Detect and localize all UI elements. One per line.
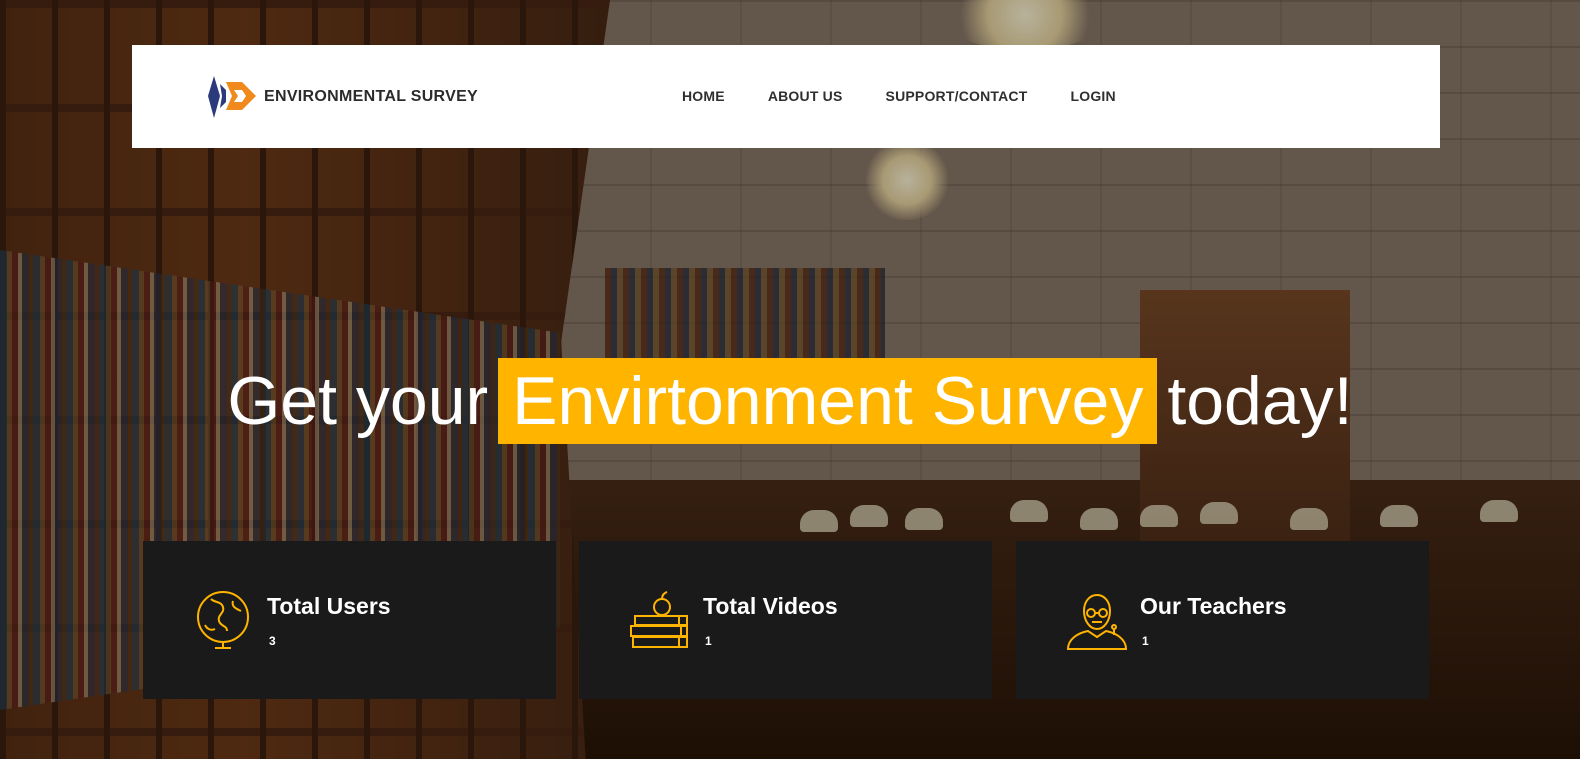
stat-card-total-users: Total Users 3 <box>143 541 556 699</box>
stat-count: 1 <box>705 634 712 648</box>
stat-title: Total Users <box>267 593 391 619</box>
stat-count: 3 <box>269 634 276 648</box>
top-navbar: ENVIRONMENTAL SURVEY HOME ABOUT US SUPPO… <box>132 45 1440 148</box>
nav-about-us[interactable]: ABOUT US <box>768 88 843 104</box>
nav-home[interactable]: HOME <box>682 88 725 104</box>
hero-suffix: today! <box>1167 363 1353 439</box>
stat-card-our-teachers: Our Teachers 1 <box>1016 541 1429 699</box>
hero-prefix: Get your <box>227 363 489 439</box>
globe-icon <box>193 589 253 654</box>
hero-highlight: Envirtonment Survey <box>498 358 1158 444</box>
stat-count: 1 <box>1142 634 1149 648</box>
logo-icon <box>206 76 258 118</box>
stat-card-total-videos: Total Videos 1 <box>579 541 992 699</box>
brand-link[interactable]: ENVIRONMENTAL SURVEY <box>206 76 478 118</box>
hero-heading: Get your Envirtonment Survey today! <box>0 358 1580 444</box>
main-nav: HOME ABOUT US SUPPORT/CONTACT LOGIN <box>682 88 1159 104</box>
stat-title: Our Teachers <box>1140 593 1287 619</box>
nav-support-contact[interactable]: SUPPORT/CONTACT <box>886 88 1028 104</box>
teacher-icon <box>1066 589 1128 656</box>
stat-title: Total Videos <box>703 593 838 619</box>
books-apple-icon <box>629 589 691 656</box>
brand-name: ENVIRONMENTAL SURVEY <box>264 88 479 105</box>
nav-login[interactable]: LOGIN <box>1071 88 1116 104</box>
